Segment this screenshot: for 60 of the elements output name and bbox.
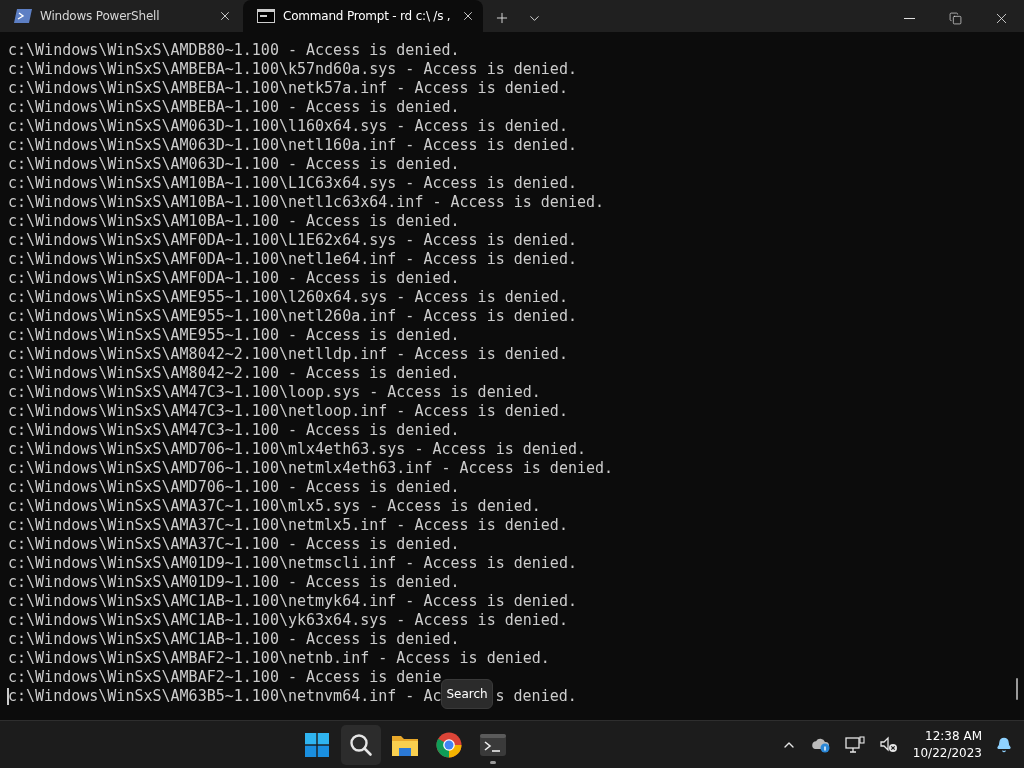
date-text: 10/22/2023 [912, 744, 982, 762]
terminal-line: c:\Windows\WinSxS\AM63B5~1.100\netnvm64.inf - Ac [8, 687, 442, 706]
terminal-line: c:\Windows\WinSxS\AM47C3~1.100 - Access is denied. [8, 421, 460, 440]
terminal-line: c:\Windows\WinSxS\AMD706~1.100\netmlx4eth63.inf - Access is denied. [8, 459, 614, 478]
powershell-icon [14, 9, 32, 23]
terminal-line: c:\Windows\WinSxS\AM8042~2.100 - Access is denied. [8, 364, 460, 383]
terminal-line: c:\Windows\WinSxS\AM10BA~1.100\netl1c63x64.inf - Access is denied. [8, 193, 605, 212]
terminal-line: c:\Windows\WinSxS\AM8042~2.100\netlldp.inf - Access is denied. [8, 345, 568, 364]
terminal-line: c:\Windows\WinSxS\AMBEBA~1.100 - Access is denied. [8, 98, 460, 117]
terminal-icon [480, 733, 507, 756]
terminal-line: s denied. [495, 687, 577, 706]
close-icon[interactable] [461, 9, 475, 23]
terminal-line: c:\Windows\WinSxS\AM47C3~1.100\loop.sys - Access is denied. [8, 383, 541, 402]
close-icon[interactable] [218, 9, 232, 23]
minimize-icon [903, 17, 915, 19]
restore-icon [948, 11, 962, 25]
console-icon [257, 9, 275, 23]
chrome-icon [436, 731, 463, 758]
terminal-line: c:\Windows\WinSxS\AMBEBA~1.100\k57nd60a.sys - Access is denied. [8, 60, 577, 79]
terminal-line: c:\Windows\WinSxS\AM01D9~1.100 - Access is denied. [8, 573, 460, 592]
terminal-line: c:\Windows\WinSxS\AME955~1.100\netl260a.inf - Access is denied. [8, 307, 577, 326]
terminal-line: c:\Windows\WinSxS\AME955~1.100\l260x64.sys - Access is denied. [8, 288, 568, 307]
cloud-icon[interactable] [810, 736, 831, 753]
bell-icon[interactable] [996, 736, 1012, 753]
plus-icon [494, 10, 510, 26]
terminal-line: c:\Windows\WinSxS\AM10BA~1.100 - Access is denied. [8, 212, 460, 231]
terminal-line: c:\Windows\WinSxS\AMC1AB~1.100\yk63x64.sys - Access is denied. [8, 611, 568, 630]
terminal-line: c:\Windows\WinSxS\AM01D9~1.100\netmscli.inf - Access is denied. [8, 554, 577, 573]
tooltip: Search [441, 679, 493, 709]
terminal-line: c:\Windows\WinSxS\AMF0DA~1.100\netl1e64.inf - Access is denied. [8, 250, 577, 269]
terminal-line: c:\Windows\WinSxS\AMBAF2~1.100\netnb.inf - Access is denied. [8, 649, 550, 668]
windows-logo-icon [305, 732, 330, 757]
terminal-line: c:\Windows\WinSxS\AMA37C~1.100\mlx5.sys - Access is denied. [8, 497, 541, 516]
terminal-line: c:\Windows\WinSxS\AMC1AB~1.100 - Access is denied. [8, 630, 460, 649]
folder-icon [392, 733, 419, 756]
muted-speaker-icon[interactable] [878, 735, 899, 754]
terminal-line: c:\Windows\WinSxS\AMC1AB~1.100\netmyk64.inf - Access is denied. [8, 592, 577, 611]
time-text: 12:38 AM [925, 727, 982, 745]
terminal-line: c:\Windows\WinSxS\AMDB80~1.100 - Access is denied. [8, 41, 460, 60]
scrollbar[interactable] [1016, 678, 1018, 700]
terminal-line: c:\Windows\WinSxS\AMBAF2~1.100 - Access is denie [8, 668, 442, 687]
network-icon[interactable] [844, 735, 865, 754]
terminal-line: c:\Windows\WinSxS\AMF0DA~1.100 - Access is denied. [8, 269, 460, 288]
terminal-line: c:\Windows\WinSxS\AM063D~1.100 - Access is denied. [8, 155, 460, 174]
terminal-line: c:\Windows\WinSxS\AMF0DA~1.100\L1E62x64.sys - Access is denied. [8, 231, 577, 250]
terminal-line: c:\Windows\WinSxS\AM10BA~1.100\L1C63x64.sys - Access is denied. [8, 174, 577, 193]
terminal-line: c:\Windows\WinSxS\AMA37C~1.100\netmlx5.inf - Access is denied. [8, 516, 568, 535]
terminal-tab[interactable]: Command Prompt - rd c:\ /s , [243, 0, 483, 32]
search-icon [349, 732, 374, 757]
terminal-line: c:\Windows\WinSxS\AME955~1.100 - Access is denied. [8, 326, 460, 345]
terminal-line: c:\Windows\WinSxS\AM063D~1.100\netl160a.inf - Access is denied. [8, 136, 577, 155]
terminal-line: c:\Windows\WinSxS\AMD706~1.100 - Access is denied. [8, 478, 460, 497]
clock[interactable]: 12:38 AM 10/22/2023 [912, 727, 982, 762]
terminal-line: c:\Windows\WinSxS\AM47C3~1.100\netloop.inf - Access is denied. [8, 402, 568, 421]
terminal-line: c:\Windows\WinSxS\AM063D~1.100\l160x64.sys - Access is denied. [8, 117, 568, 136]
terminal-line: c:\Windows\WinSxS\AMD706~1.100\mlx4eth63.sys - Access is denied. [8, 440, 586, 459]
terminal-tab[interactable]: Windows PowerShell [0, 0, 240, 32]
terminal-line: c:\Windows\WinSxS\AMBEBA~1.100\netk57a.inf - Access is denied. [8, 79, 568, 98]
terminal-line: c:\Windows\WinSxS\AMA37C~1.100 - Access is denied. [8, 535, 460, 554]
taskbar-button[interactable] [341, 724, 382, 765]
